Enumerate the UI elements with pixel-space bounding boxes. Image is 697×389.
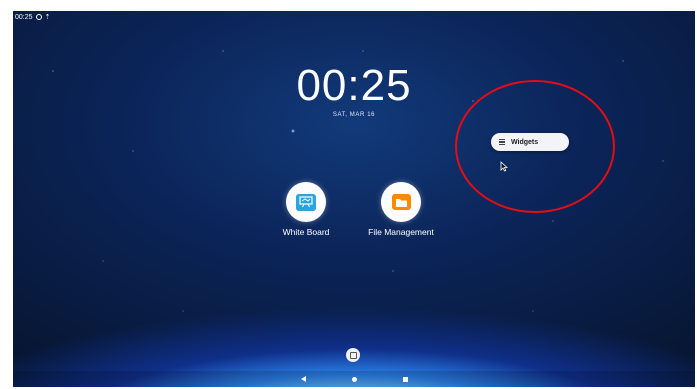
recent-apps-icon[interactable] bbox=[402, 376, 408, 382]
app-icon-circle[interactable] bbox=[381, 182, 421, 222]
signal-icon: ⇡ bbox=[44, 13, 51, 21]
back-icon[interactable] bbox=[300, 376, 306, 382]
whiteboard-icon bbox=[296, 193, 316, 211]
android-home-screen[interactable]: 00:25 · ⇡ 00:25 SAT, MAR 16 White Board bbox=[13, 11, 695, 387]
status-time: 00:25 bbox=[15, 13, 33, 21]
annotation-circle bbox=[455, 80, 615, 213]
navigation-bar bbox=[13, 371, 695, 387]
folder-icon bbox=[391, 194, 411, 210]
status-bar: 00:25 · ⇡ bbox=[15, 11, 50, 23]
app-white-board[interactable]: White Board bbox=[261, 182, 351, 237]
home-icon[interactable] bbox=[351, 376, 357, 382]
app-icon-circle[interactable] bbox=[286, 182, 326, 222]
app-drawer-icon bbox=[349, 351, 357, 359]
app-label[interactable]: White Board bbox=[283, 227, 330, 237]
app-label[interactable]: File Management bbox=[368, 227, 434, 237]
app-file-management[interactable]: File Management bbox=[356, 182, 446, 237]
settings-dot-icon: · bbox=[35, 14, 42, 20]
app-drawer-button[interactable] bbox=[346, 348, 360, 362]
